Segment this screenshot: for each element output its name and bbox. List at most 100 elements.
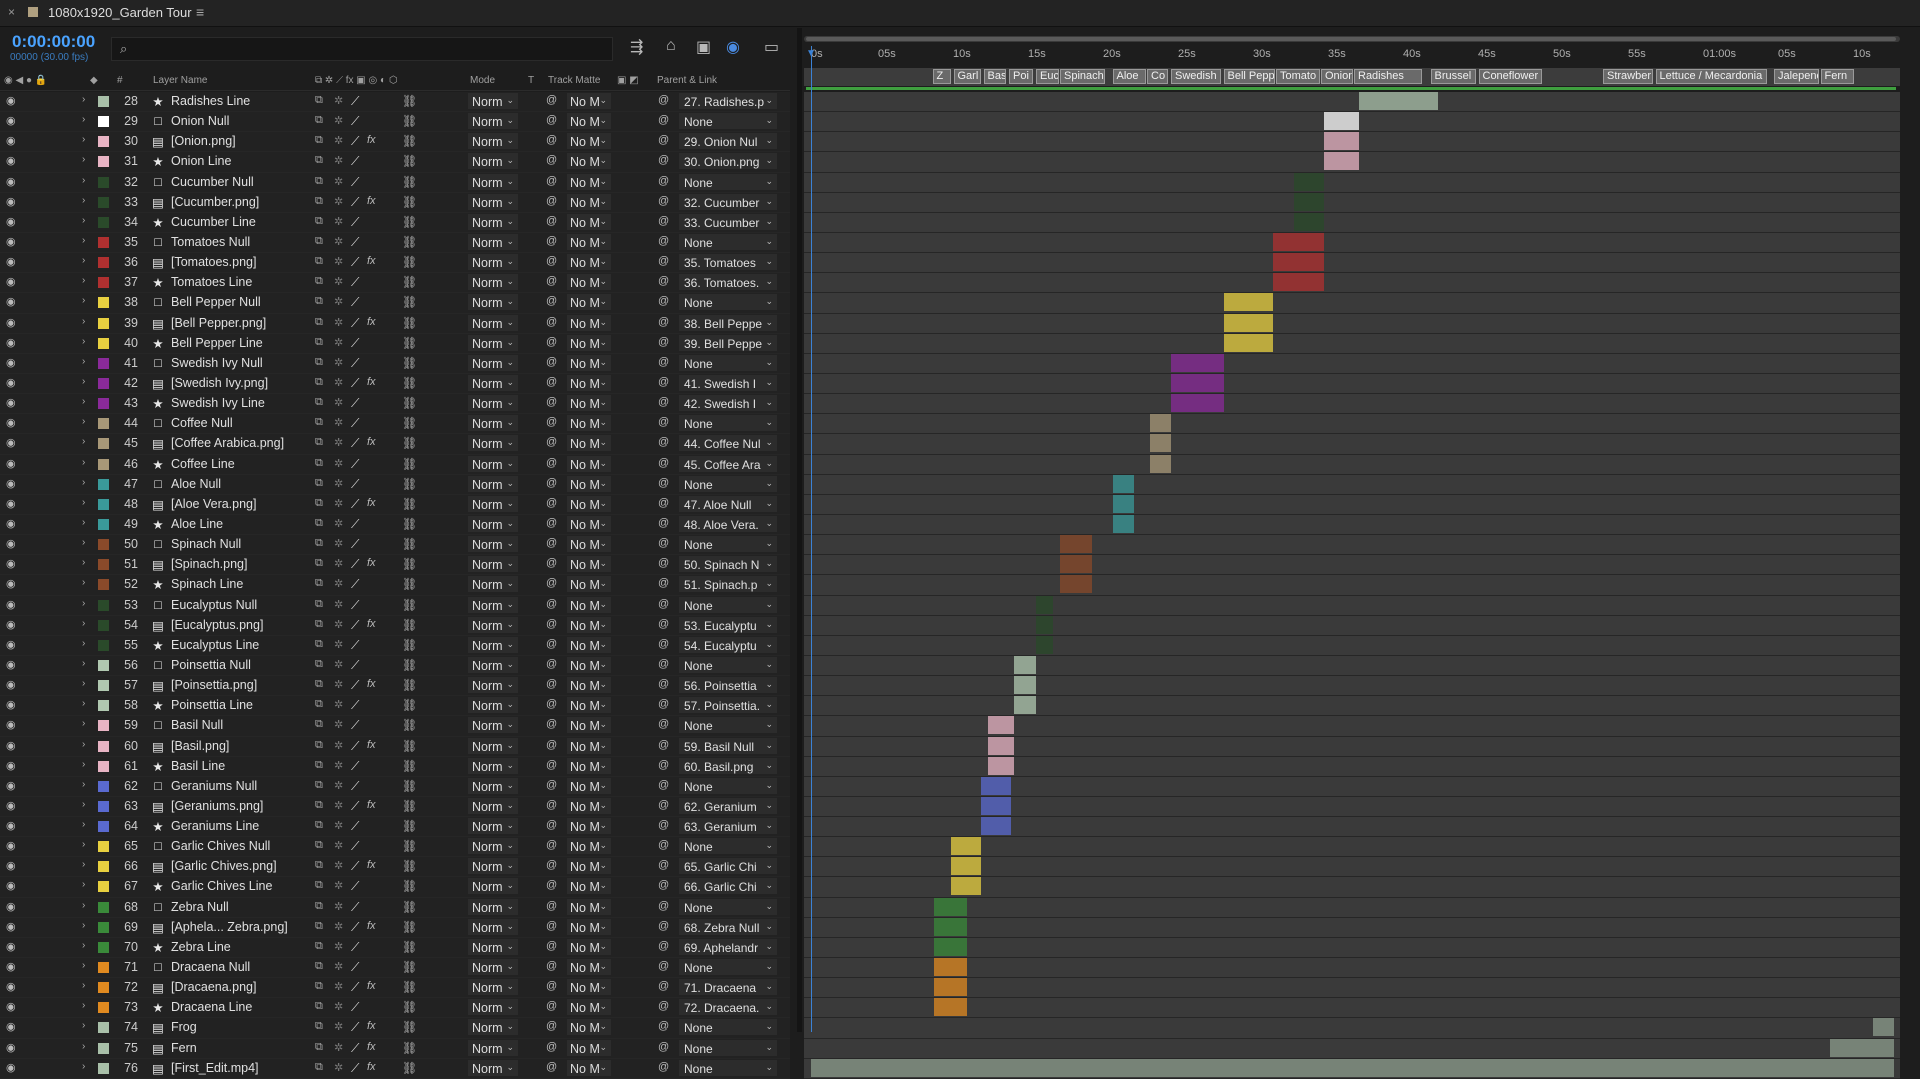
quality-switch-icon[interactable]: ⟋	[351, 235, 359, 250]
parent-dropdown[interactable]: 69. Aphelandr ⌄	[679, 938, 777, 955]
parent-pickwhip-icon[interactable]: @	[658, 376, 669, 388]
shy-switch-icon[interactable]: ⧉	[315, 940, 323, 953]
layer-name[interactable]: [Spinach.png]	[171, 557, 311, 571]
label-color-swatch[interactable]	[98, 458, 109, 470]
matte-pickwhip-icon[interactable]: @	[546, 920, 557, 932]
shy-switch-icon[interactable]: ⧉	[315, 215, 323, 228]
matte-pickwhip-icon[interactable]: @	[546, 154, 557, 166]
quality-switch-icon[interactable]: ⟋	[351, 598, 359, 613]
shy-switch-icon[interactable]: ⧉	[315, 920, 323, 933]
expand-layer-icon[interactable]: ›	[82, 698, 85, 709]
link-icon[interactable]: ⛓	[402, 920, 417, 934]
visibility-eye-icon[interactable]: ◉	[6, 376, 16, 389]
collapse-switch-icon[interactable]: ✲	[334, 114, 343, 127]
parent-dropdown[interactable]: 35. Tomatoes ⌄	[679, 254, 777, 271]
layer-row[interactable]: ◉ › 50 □ Spinach Null ⧉ ✲ ⟋ ⛓ Norm ⌄ @ No M ⌄ @ None ⌄	[0, 535, 790, 556]
blend-mode-dropdown[interactable]: Norm ⌄	[468, 656, 518, 673]
layer-row[interactable]: ◉ › 33 ▤ [Cucumber.png] ⧉ ✲ ⟋ fx ⛓ Norm ⌄ @ No M ⌄ @32.…	[0, 192, 790, 213]
blend-mode-dropdown[interactable]: Norm ⌄	[468, 133, 518, 150]
comp-marker[interactable]: Swedish	[1171, 69, 1221, 84]
layer-row[interactable]: ◉ › 35 □ Tomatoes Null ⧉ ✲ ⟋ ⛓ Norm ⌄ @ No M ⌄ @ None ⌄	[0, 232, 790, 254]
collapse-switch-icon[interactable]: ✲	[334, 779, 343, 792]
quality-switch-icon[interactable]: ⟋	[351, 618, 359, 633]
effects-switch-icon[interactable]: fx	[367, 920, 376, 932]
layer-row[interactable]: ◉ › 37 ★ Tomatoes Line ⧉ ✲ ⟋ ⛓ Norm ⌄ @ No M ⌄ @36. To…	[0, 273, 790, 294]
collapse-switch-icon[interactable]: ✲	[334, 839, 343, 852]
layer-duration-bar[interactable]	[1294, 172, 1324, 191]
layer-row[interactable]: ◉ › 76 ▤ [First_Edit.mp4] ⧉ ✲ ⟋ fx ⛓ Norm ⌄ @ No M ⌄ @ N…	[0, 1058, 790, 1079]
blend-mode-dropdown[interactable]: Norm ⌄	[468, 455, 518, 472]
layer-row[interactable]: ◉ › 65 □ Garlic Chives Null ⧉ ✲ ⟋ ⛓ Norm ⌄ @ No M ⌄ @ N…	[0, 837, 790, 858]
expand-layer-icon[interactable]: ›	[82, 94, 85, 105]
layer-duration-bar[interactable]	[1829, 1038, 1894, 1057]
blend-mode-dropdown[interactable]: Norm ⌄	[468, 254, 518, 271]
track-matte-dropdown[interactable]: No M ⌄	[567, 354, 611, 371]
shy-switch-icon[interactable]: ⧉	[315, 336, 323, 349]
layer-row[interactable]: ◉ › 29 □ Onion Null ⧉ ✲ ⟋ ⛓ Norm ⌄ @ No M ⌄ @ None ⌄	[0, 112, 790, 133]
layer-row[interactable]: ◉ › 64 ★ Geraniums Line ⧉ ✲ ⟋ ⛓ Norm ⌄ @ No M ⌄ @63. G…	[0, 817, 790, 838]
expand-layer-icon[interactable]: ›	[82, 759, 85, 770]
quality-switch-icon[interactable]: ⟋	[351, 698, 359, 713]
blend-mode-dropdown[interactable]: Norm ⌄	[468, 838, 518, 855]
visibility-eye-icon[interactable]: ◉	[6, 134, 16, 147]
link-icon[interactable]: ⛓	[402, 618, 417, 632]
parent-dropdown[interactable]: 30. Onion.png ⌄	[679, 153, 777, 170]
expand-layer-icon[interactable]: ›	[82, 900, 85, 911]
parent-pickwhip-icon[interactable]: @	[658, 658, 669, 670]
matte-pickwhip-icon[interactable]: @	[546, 376, 557, 388]
layer-duration-bar[interactable]	[934, 978, 967, 997]
parent-dropdown[interactable]: 54. Eucalyptu ⌄	[679, 636, 777, 653]
label-color-swatch[interactable]	[98, 216, 109, 228]
visibility-eye-icon[interactable]: ◉	[6, 275, 16, 288]
expand-layer-icon[interactable]: ›	[82, 295, 85, 306]
visibility-eye-icon[interactable]: ◉	[6, 718, 16, 731]
collapse-switch-icon[interactable]: ✲	[334, 436, 343, 449]
expand-layer-icon[interactable]: ›	[82, 598, 85, 609]
track-matte-dropdown[interactable]: No M ⌄	[567, 576, 611, 593]
parent-dropdown[interactable]: 48. Aloe Vera. ⌄	[679, 515, 777, 532]
link-icon[interactable]: ⛓	[402, 638, 417, 652]
parent-dropdown[interactable]: 27. Radishes.p ⌄	[679, 93, 777, 109]
expand-layer-icon[interactable]: ›	[82, 1020, 85, 1031]
link-icon[interactable]: ⛓	[402, 376, 417, 390]
visibility-eye-icon[interactable]: ◉	[6, 154, 16, 167]
label-color-swatch[interactable]	[98, 418, 109, 430]
layer-row[interactable]: ◉ › 51 ▤ [Spinach.png] ⧉ ✲ ⟋ fx ⛓ Norm ⌄ @ No M ⌄ @50. …	[0, 555, 790, 576]
blend-mode-dropdown[interactable]: Norm ⌄	[468, 777, 518, 794]
shy-switch-icon[interactable]: ⧉	[315, 396, 323, 409]
shy-switch-icon[interactable]: ⧉	[315, 879, 323, 892]
matte-pickwhip-icon[interactable]: @	[546, 799, 557, 811]
effects-switch-icon[interactable]: fx	[367, 799, 376, 811]
expand-layer-icon[interactable]: ›	[82, 336, 85, 347]
track-matte-dropdown[interactable]: No M ⌄	[567, 757, 611, 774]
layer-duration-bar[interactable]	[988, 756, 1014, 775]
layer-row[interactable]: ◉ › 59 □ Basil Null ⧉ ✲ ⟋ ⛓ Norm ⌄ @ No M ⌄ @ None ⌄	[0, 716, 790, 737]
parent-pickwhip-icon[interactable]: @	[658, 295, 669, 307]
expand-layer-icon[interactable]: ›	[82, 457, 85, 468]
label-color-swatch[interactable]	[98, 680, 109, 692]
layer-duration-bar[interactable]	[1036, 615, 1053, 634]
label-color-swatch[interactable]	[98, 1062, 109, 1074]
track-matte-dropdown[interactable]: No M ⌄	[567, 938, 611, 955]
parent-pickwhip-icon[interactable]: @	[658, 336, 669, 348]
layer-duration-bar[interactable]	[1060, 575, 1092, 594]
layer-duration-bar[interactable]	[1873, 1018, 1894, 1037]
track-matte-dropdown[interactable]: No M ⌄	[567, 697, 611, 714]
link-icon[interactable]: ⛓	[402, 275, 417, 289]
link-icon[interactable]: ⛓	[402, 175, 417, 189]
track-matte-dropdown[interactable]: No M ⌄	[567, 233, 611, 250]
collapse-switch-icon[interactable]: ✲	[334, 658, 343, 671]
shy-switch-icon[interactable]: ⧉	[315, 275, 323, 288]
blend-mode-dropdown[interactable]: Norm ⌄	[468, 697, 518, 714]
matte-pickwhip-icon[interactable]: @	[546, 477, 557, 489]
parent-dropdown[interactable]: 66. Garlic Chi ⌄	[679, 878, 777, 895]
current-timecode[interactable]: 0:00:00:00	[12, 32, 95, 52]
comp-marker[interactable]: Garl	[953, 69, 981, 84]
quality-switch-icon[interactable]: ⟋	[351, 718, 359, 733]
visibility-eye-icon[interactable]: ◉	[6, 457, 16, 470]
effects-switch-icon[interactable]: fx	[367, 316, 376, 328]
matte-pickwhip-icon[interactable]: @	[546, 980, 557, 992]
matte-pickwhip-icon[interactable]: @	[546, 517, 557, 529]
collapse-switch-icon[interactable]: ✲	[334, 759, 343, 772]
parent-dropdown[interactable]: None ⌄	[679, 959, 777, 976]
